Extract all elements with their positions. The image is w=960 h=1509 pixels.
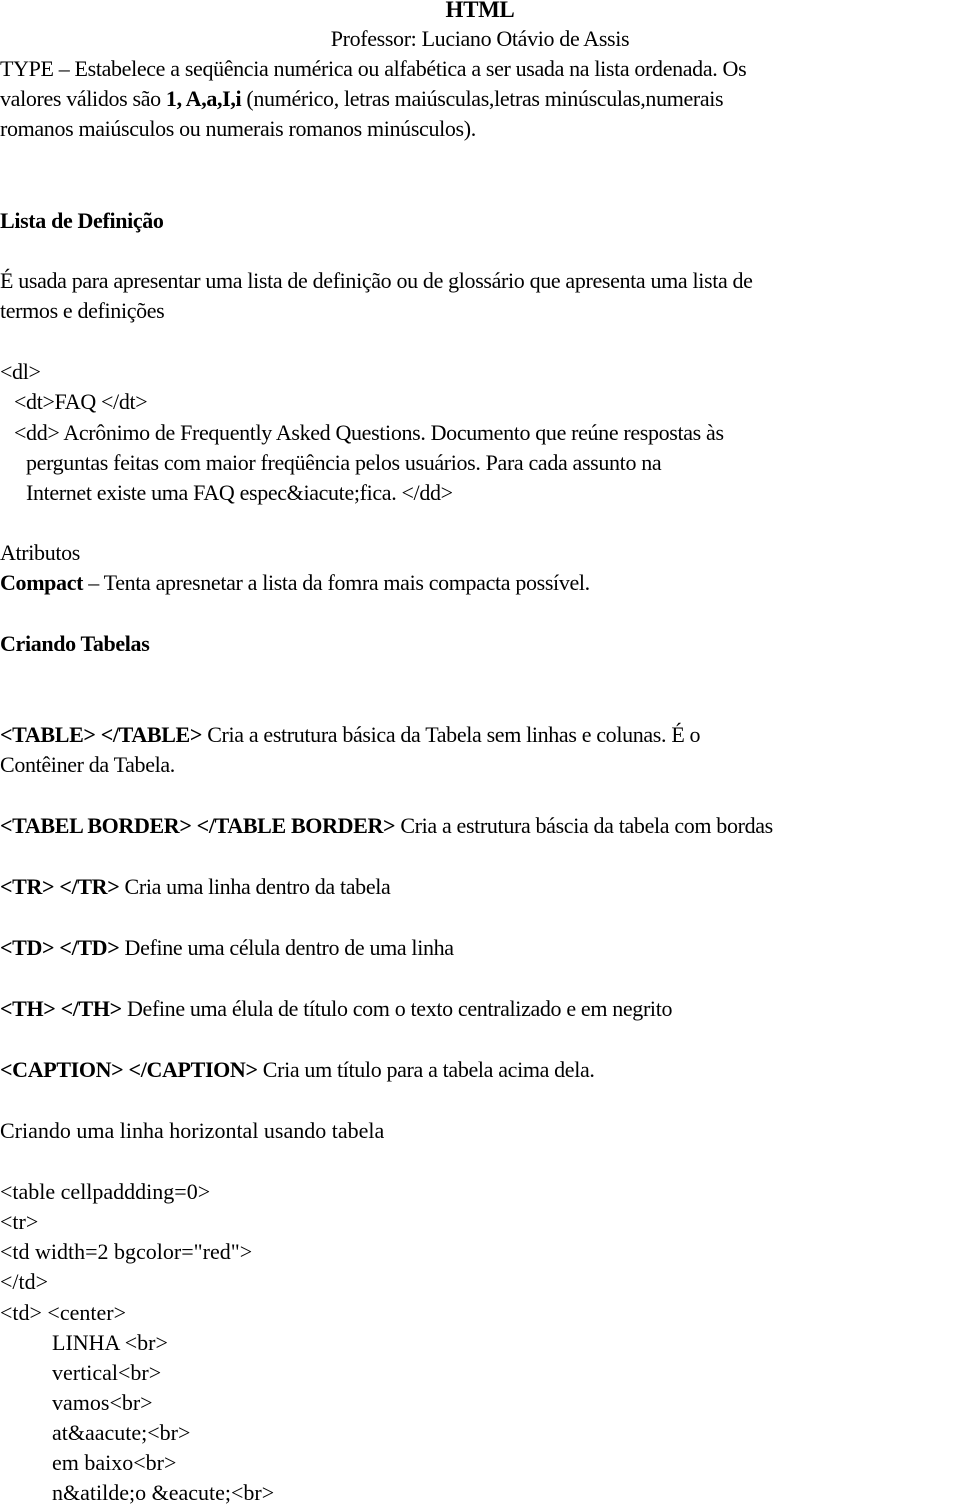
code-line: </td>: [0, 1269, 49, 1294]
document-subtitle: Professor: Luciano Otávio de Assis: [330, 26, 630, 51]
code-line-indented: LINHA <br>: [52, 1330, 168, 1355]
document-title: HTML: [445, 0, 515, 22]
code-dd-line-2: perguntas feitas com maior freqüência pe…: [26, 450, 662, 475]
tag-description: Define uma célula dentro de uma linha: [119, 935, 455, 960]
tag-name: <TABEL BORDER> </TABLE BORDER>: [0, 813, 396, 838]
table-tag-item: <TD> </TD> Define uma célula dentro de u…: [0, 933, 454, 963]
intro-line-1: TYPE – Estabelece a seqüência numérica o…: [0, 56, 747, 81]
code-line-indented: em baixo<br>: [52, 1450, 177, 1475]
tag-name: <TD> </TD>: [0, 935, 120, 960]
code-line: <table cellpaddding=0>: [0, 1179, 211, 1204]
code-line: <tr>: [0, 1209, 39, 1234]
code-dd-line-1: <dd> Acrônimo de Frequently Asked Questi…: [14, 420, 724, 445]
attribute-compact: Compact – Tenta apresnetar a lista da fo…: [0, 568, 590, 598]
horizontal-line-heading: Criando uma linha horizontal usando tabe…: [0, 1118, 385, 1143]
tag-description: Cria um título para a tabela acima dela.: [257, 1057, 595, 1082]
code-line-indented: at&aacute;<br>: [52, 1420, 191, 1445]
code-line-indented: vamos<br>: [52, 1390, 153, 1415]
intro-line-2-post: (numérico, letras maiúsculas,letras minú…: [241, 86, 724, 111]
table-tag-item: <CAPTION> </CAPTION> Cria um título para…: [0, 1055, 595, 1085]
intro-valid-values: 1, A,a,I,i: [165, 86, 242, 111]
intro-line-3: romanos maiúsculos ou numerais romanos m…: [0, 116, 476, 141]
table-tag-item: <TABEL BORDER> </TABLE BORDER> Cria a es…: [0, 811, 773, 841]
table-tag-item-continuation: Contêiner da Tabela.: [0, 752, 175, 777]
attributes-label: Atributos: [0, 540, 80, 565]
code-dd-line-3: Internet existe uma FAQ espec&iacute;fic…: [26, 480, 453, 505]
code-line-indented: vertical<br>: [52, 1360, 162, 1385]
code-line-indented: n&atilde;o &eacute;<br>: [52, 1480, 275, 1505]
attribute-name: Compact: [0, 570, 84, 595]
code-dt: <dt>FAQ </dt>: [14, 389, 148, 414]
attribute-description: – Tenta apresnetar a lista da fomra mais…: [83, 570, 590, 595]
tables-heading: Criando Tabelas: [0, 631, 150, 656]
code-dl: <dl>: [0, 359, 41, 384]
definition-list-heading: Lista de Definição: [0, 208, 164, 233]
tag-name: <TABLE> </TABLE>: [0, 722, 203, 747]
definition-list-desc-line-2: termos e definições: [0, 298, 165, 323]
tag-description: Cria a estrutura básica da Tabela sem li…: [202, 722, 701, 747]
tag-description: Define uma élula de título com o texto c…: [121, 996, 673, 1021]
code-line: <td width=2 bgcolor="red">: [0, 1239, 253, 1264]
tag-description: Cria a estrutura báscia da tabela com bo…: [395, 813, 773, 838]
definition-list-desc-line-1: É usada para apresentar uma lista de def…: [0, 268, 753, 293]
tag-name: <TR> </TR>: [0, 874, 120, 899]
table-tag-item: <TABLE> </TABLE> Cria a estrutura básica…: [0, 720, 701, 750]
code-line: <td> <center>: [0, 1300, 126, 1325]
intro-line-2: valores válidos são 1, A,a,I,i (numérico…: [0, 84, 724, 114]
table-tag-item: <TH> </TH> Define uma élula de título co…: [0, 994, 672, 1024]
tag-description: Cria uma linha dentro da tabela: [119, 874, 391, 899]
tag-name: <TH> </TH>: [0, 996, 122, 1021]
table-tag-item: <TR> </TR> Cria uma linha dentro da tabe…: [0, 872, 391, 902]
tag-name: <CAPTION> </CAPTION>: [0, 1057, 258, 1082]
intro-line-2-pre: valores válidos são: [0, 86, 166, 111]
